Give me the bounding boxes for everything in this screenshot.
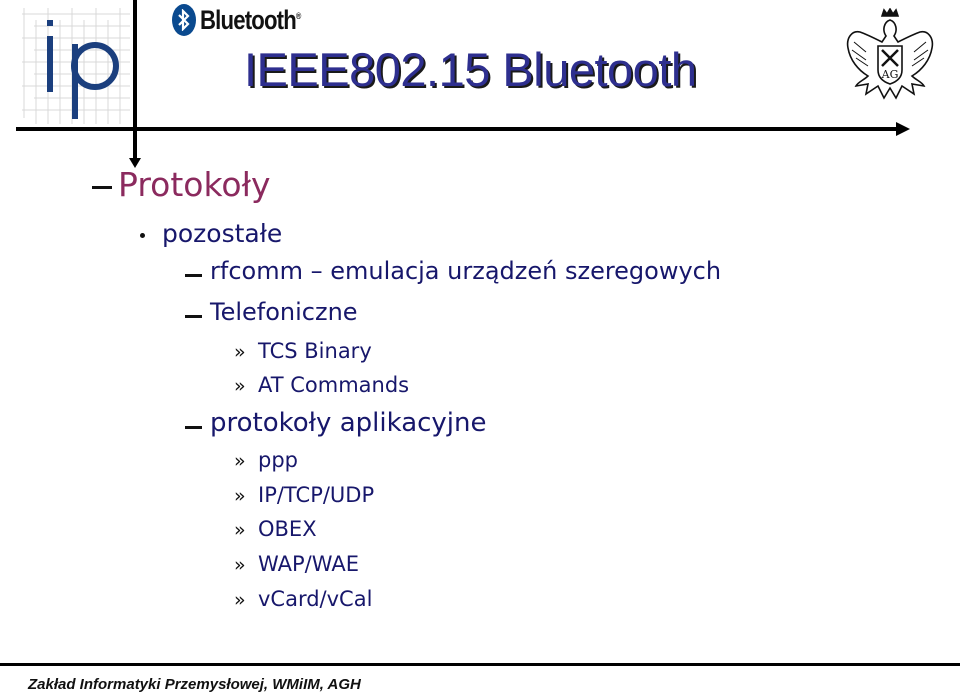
list-item: TCS Binary bbox=[258, 339, 372, 363]
subheading-pozostale: pozostałe bbox=[162, 219, 283, 248]
chevron-marker: » bbox=[234, 589, 246, 611]
list-item: OBEX bbox=[258, 517, 317, 541]
chevron-marker: » bbox=[234, 450, 246, 472]
dash-marker bbox=[92, 186, 112, 189]
eagle-emblem-icon: AG bbox=[846, 8, 934, 100]
bullet-marker bbox=[140, 233, 145, 238]
list-item: rfcomm – emulacja urządzeń szeregowych bbox=[210, 257, 722, 285]
chevron-marker: » bbox=[234, 554, 246, 576]
footer-text: Zakład Informatyki Przemysłowej, WMiIM, … bbox=[28, 676, 361, 693]
list-item: ppp bbox=[258, 448, 298, 472]
bluetooth-icon bbox=[172, 4, 196, 36]
chevron-marker: » bbox=[234, 485, 246, 507]
list-item: WAP/WAE bbox=[258, 552, 359, 576]
horizontal-divider-line bbox=[16, 127, 896, 131]
svg-text:AG: AG bbox=[881, 68, 899, 81]
footer-divider-line bbox=[0, 663, 960, 666]
list-item: AT Commands bbox=[258, 373, 410, 397]
chevron-marker: » bbox=[234, 341, 246, 363]
dash-marker bbox=[185, 315, 202, 318]
ip-logo bbox=[22, 8, 130, 124]
list-item: Telefoniczne bbox=[210, 298, 358, 326]
chevron-marker: » bbox=[234, 519, 246, 541]
list-item: IP/TCP/UDP bbox=[258, 483, 375, 507]
dash-marker bbox=[185, 274, 202, 277]
arrow-right-icon bbox=[896, 122, 910, 136]
dash-marker bbox=[185, 426, 202, 429]
heading-protokoly: Protokoły bbox=[118, 165, 271, 204]
vertical-divider-line bbox=[133, 0, 137, 162]
list-item: protokoły aplikacyjne bbox=[210, 408, 487, 438]
bluetooth-logo: Bluetooth® bbox=[172, 3, 323, 37]
list-item: vCard/vCal bbox=[258, 587, 373, 611]
bluetooth-wordmark: Bluetooth® bbox=[200, 4, 301, 35]
chevron-marker: » bbox=[234, 375, 246, 397]
page-title: IEEE802.15 Bluetooth bbox=[244, 43, 697, 96]
